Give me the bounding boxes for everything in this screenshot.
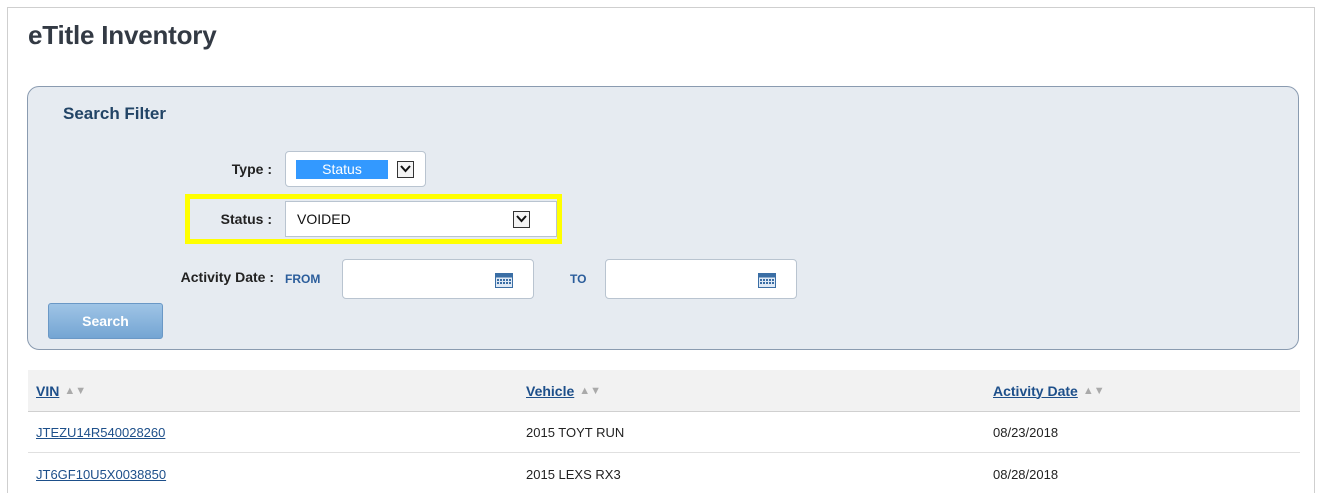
vehicle-header-link[interactable]: Vehicle	[526, 383, 574, 399]
status-select[interactable]: VOIDED	[285, 201, 557, 237]
type-select[interactable]: Status	[285, 151, 426, 187]
vin-link[interactable]: JT6GF10U5X0038850	[36, 467, 166, 482]
activity-date-header-link[interactable]: Activity Date	[993, 383, 1078, 399]
status-label: Status :	[220, 211, 272, 227]
chevron-down-icon[interactable]	[397, 161, 414, 178]
search-button[interactable]: Search	[48, 303, 163, 339]
to-label: TO	[570, 272, 587, 286]
vehicle-cell: 2015 TOYT RUN	[526, 424, 625, 440]
activity-date-cell: 08/23/2018	[993, 424, 1059, 440]
type-selected-value: Status	[296, 160, 388, 179]
vehicle-cell: 2015 LEXS RX3	[526, 466, 621, 482]
sort-icon: ▲▼	[64, 384, 87, 397]
table-row: JT6GF10U5X0038850 2015 LEXS RX3 08/28/20…	[28, 453, 1300, 495]
page-title: eTitle Inventory	[28, 20, 217, 50]
activity-date-label: Activity Date :	[180, 269, 274, 285]
from-date-input[interactable]	[342, 259, 534, 299]
activity-date-header[interactable]: Activity Date ▲▼	[993, 370, 1105, 411]
to-date-input[interactable]	[605, 259, 797, 299]
vehicle-header[interactable]: Vehicle ▲▼	[526, 370, 601, 411]
chevron-down-icon[interactable]	[513, 211, 530, 228]
activity-date-cell: 08/28/2018	[993, 466, 1059, 482]
vin-header[interactable]: VIN ▲▼	[36, 370, 86, 411]
table-header-row: VIN ▲▼ Vehicle ▲▼ Activity Date ▲▼	[28, 370, 1300, 412]
filter-title: Search Filter	[63, 104, 166, 123]
vin-header-link[interactable]: VIN	[36, 383, 59, 399]
search-filter-panel: Search Filter Type : Status Status : VOI…	[27, 86, 1299, 350]
calendar-icon[interactable]	[495, 272, 513, 293]
results-table: VIN ▲▼ Vehicle ▲▼ Activity Date ▲▼ JTEZU…	[28, 370, 1300, 495]
from-label: FROM	[285, 272, 321, 286]
sort-icon: ▲▼	[579, 384, 602, 397]
calendar-icon[interactable]	[758, 272, 776, 293]
table-row: JTEZU14R540028260 2015 TOYT RUN 08/23/20…	[28, 412, 1300, 453]
sort-icon: ▲▼	[1082, 384, 1105, 397]
status-selected-value: VOIDED	[297, 211, 351, 227]
vin-link[interactable]: JTEZU14R540028260	[36, 425, 165, 440]
type-label: Type :	[231, 161, 272, 177]
